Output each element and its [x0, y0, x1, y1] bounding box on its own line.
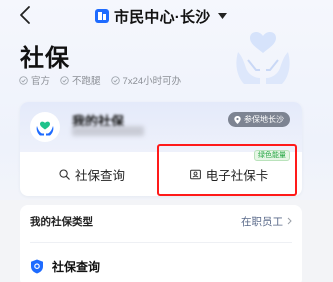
social-security-query-button[interactable]: 社保查询 [30, 158, 154, 190]
social-security-type-row[interactable]: 我的社保类型 在职员工 [20, 205, 302, 237]
search-icon [59, 168, 70, 180]
nav-title: 市民中心·长沙 [114, 8, 211, 26]
redacted-info [72, 126, 144, 136]
query-button-label: 社保查询 [74, 168, 125, 183]
tag-official: 官方 [19, 73, 50, 87]
type-value: 在职员工 [241, 214, 292, 229]
city-selector[interactable]: 市民中心·长沙 [95, 5, 228, 27]
location-badge-label: 参保地长沙 [244, 115, 284, 124]
chevron-right-icon [287, 217, 292, 225]
id-card-icon [189, 169, 201, 179]
location-pin-icon [234, 115, 241, 124]
social-security-query-row[interactable]: 社保查询 [20, 252, 302, 280]
check-circle-icon [19, 75, 28, 85]
tag-label: 不跑腿 [72, 76, 101, 87]
city-logo-icon [95, 9, 109, 23]
check-circle-icon [110, 75, 120, 85]
dropdown-triangle-icon [218, 13, 228, 19]
card-avatar [30, 112, 60, 142]
back-arrow-icon[interactable] [18, 4, 32, 26]
check-circle-icon [60, 75, 69, 85]
green-energy-badge: 绿色能量 [254, 150, 290, 161]
location-badge[interactable]: 参保地长沙 [228, 112, 290, 127]
tag-label: 官方 [31, 76, 51, 87]
type-label: 我的社保类型 [30, 215, 93, 228]
page-title: 社保 [20, 45, 70, 72]
type-value-text: 在职员工 [241, 215, 283, 228]
tag-no-errand: 不跑腿 [60, 73, 101, 87]
service-tags: 官方 不跑腿 7x24小时可办 [19, 73, 181, 87]
electronic-social-security-card-button[interactable]: 电子社保卡 绿色能量 [164, 150, 294, 190]
query-row-label: 社保查询 [52, 259, 101, 274]
ecard-button-label: 电子社保卡 [205, 168, 269, 183]
tag-label: 7x24小时可办 [122, 76, 182, 87]
social-security-hero-icon [236, 32, 290, 84]
social-security-card: 我的社保 参保地长沙 社保查询 电子社保卡 绿色能量 [20, 102, 302, 196]
shield-icon [31, 259, 43, 273]
service-list: 我的社保类型 在职员工 社保查询 [20, 205, 302, 282]
card-header: 我的社保 参保地长沙 [20, 102, 302, 152]
divider [30, 242, 292, 243]
tag-24h: 7x24小时可办 [110, 73, 182, 87]
social-security-logo-icon [36, 121, 54, 136]
